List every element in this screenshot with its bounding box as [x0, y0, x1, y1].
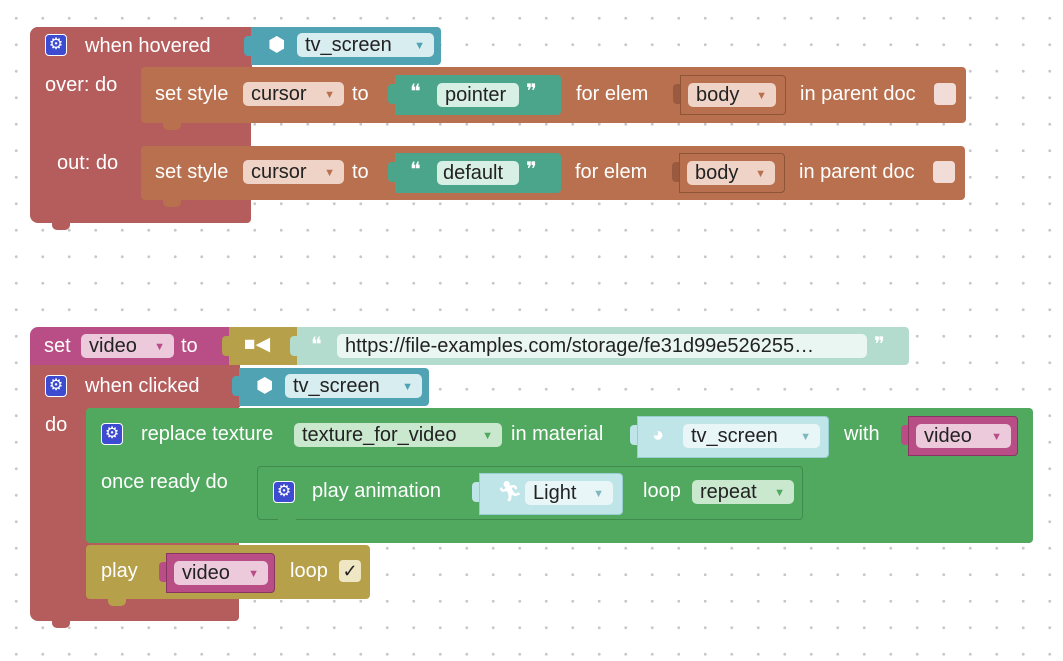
- gear-icon[interactable]: ⚙: [45, 34, 67, 56]
- to-label: to: [352, 83, 369, 105]
- chevron-down-icon: ▼: [414, 40, 425, 52]
- texture-dropdown[interactable]: texture_for_video ▼: [294, 423, 502, 447]
- loop-label: loop: [290, 560, 328, 582]
- variable-dropdown-set[interactable]: video ▼: [81, 334, 174, 358]
- quote-close-icon: ❞: [874, 334, 885, 356]
- animation-dropdown[interactable]: Light ▼: [525, 481, 613, 505]
- gear-icon[interactable]: ⚙: [101, 423, 123, 445]
- property-dropdown-out[interactable]: cursor ▼: [243, 160, 344, 184]
- play-label: play: [101, 560, 138, 582]
- running-figure-icon: 🏃︎: [497, 481, 523, 503]
- check-mark-icon: ✓: [342, 561, 358, 581]
- object-dropdown-hover[interactable]: tv_screen ▼: [297, 33, 434, 57]
- replace-texture-label: replace texture: [141, 423, 274, 445]
- property-value: cursor: [251, 83, 307, 105]
- chevron-down-icon: ▼: [402, 381, 413, 393]
- video-camera-icon: ■◀: [244, 334, 271, 355]
- chevron-down-icon: ▼: [324, 89, 335, 101]
- quote-close-icon: ❞: [526, 81, 537, 103]
- set-style-label: set style: [155, 83, 229, 105]
- loop-label: loop: [643, 480, 681, 502]
- variable-dropdown-with[interactable]: video ▼: [916, 424, 1011, 448]
- elem-value: body: [695, 162, 739, 184]
- with-label: with: [844, 423, 880, 445]
- chevron-down-icon: ▼: [154, 341, 165, 353]
- cube-icon: ⬢: [256, 375, 274, 397]
- out-do-label: out: do: [57, 152, 119, 174]
- texture-value: texture_for_video: [302, 424, 457, 446]
- play-animation-label: play animation: [312, 480, 441, 502]
- chevron-down-icon: ▼: [593, 488, 604, 500]
- block-notch: [278, 519, 296, 527]
- set-label: set: [44, 335, 71, 357]
- chevron-down-icon: ▼: [756, 90, 767, 102]
- set-style-label: set style: [155, 161, 229, 183]
- chevron-down-icon: ▼: [991, 431, 1002, 443]
- object-name: tv_screen: [305, 34, 392, 56]
- gear-icon[interactable]: ⚙: [45, 375, 67, 397]
- do-label: do: [45, 414, 68, 436]
- string-value: default: [443, 162, 504, 184]
- block-notch: [52, 620, 70, 628]
- in-parent-doc-label: in parent doc: [800, 83, 916, 105]
- over-do-label: over: do: [45, 74, 118, 96]
- material-ball-icon: ◕: [652, 424, 665, 446]
- elem-value: body: [696, 84, 740, 106]
- quote-open-icon: ❝: [311, 334, 322, 356]
- string-value: pointer: [445, 84, 507, 106]
- animation-value: Light: [533, 482, 577, 504]
- block-notch: [52, 222, 70, 230]
- when-clicked-label: when clicked: [85, 375, 200, 397]
- url-value: https://file-examples.com/storage/fe31d9…: [345, 335, 815, 357]
- property-dropdown-over[interactable]: cursor ▼: [243, 82, 344, 106]
- variable-value: video: [89, 335, 137, 357]
- material-dropdown[interactable]: tv_screen ▼: [683, 424, 820, 448]
- variable-value: video: [924, 425, 972, 447]
- chevron-down-icon: ▼: [324, 167, 335, 179]
- elem-dropdown-out[interactable]: body ▼: [687, 161, 775, 185]
- for-elem-label: for elem: [575, 161, 648, 183]
- material-value: tv_screen: [691, 425, 778, 447]
- block-notch: [163, 199, 181, 207]
- string-text-out[interactable]: default: [437, 161, 519, 185]
- when-hovered-label: when hovered: [85, 35, 211, 57]
- once-ready-label: once ready do: [101, 471, 228, 493]
- quote-open-icon: ❝: [410, 81, 421, 103]
- block-notch: [108, 598, 126, 606]
- loop-mode-dropdown[interactable]: repeat ▼: [692, 480, 794, 504]
- variable-value: video: [182, 562, 230, 584]
- elem-dropdown-over[interactable]: body ▼: [688, 83, 776, 107]
- variable-dropdown-play[interactable]: video ▼: [174, 561, 268, 585]
- object-name: tv_screen: [293, 375, 380, 397]
- in-parent-doc-label: in parent doc: [799, 161, 915, 183]
- url-text[interactable]: https://file-examples.com/storage/fe31d9…: [337, 334, 867, 358]
- string-text-over[interactable]: pointer: [437, 83, 519, 107]
- cube-icon: ⬢: [268, 34, 286, 56]
- in-material-label: in material: [511, 423, 604, 445]
- parent-doc-checkbox[interactable]: [934, 83, 956, 105]
- loop-mode-value: repeat: [700, 481, 757, 503]
- loop-checkbox[interactable]: ✓: [339, 560, 361, 582]
- quote-open-icon: ❝: [410, 159, 421, 181]
- chevron-down-icon: ▼: [755, 168, 766, 180]
- chevron-down-icon: ▼: [774, 487, 785, 499]
- parent-doc-checkbox[interactable]: [933, 161, 955, 183]
- for-elem-label: for elem: [576, 83, 649, 105]
- gear-icon[interactable]: ⚙: [273, 481, 295, 503]
- quote-close-icon: ❞: [526, 159, 537, 181]
- chevron-down-icon: ▼: [248, 568, 259, 580]
- chevron-down-icon: ▼: [800, 431, 811, 443]
- object-dropdown-click[interactable]: tv_screen ▼: [285, 374, 422, 398]
- property-value: cursor: [251, 161, 307, 183]
- block-notch: [163, 122, 181, 130]
- to-label: to: [181, 335, 198, 357]
- chevron-down-icon: ▼: [482, 430, 493, 442]
- to-label: to: [352, 161, 369, 183]
